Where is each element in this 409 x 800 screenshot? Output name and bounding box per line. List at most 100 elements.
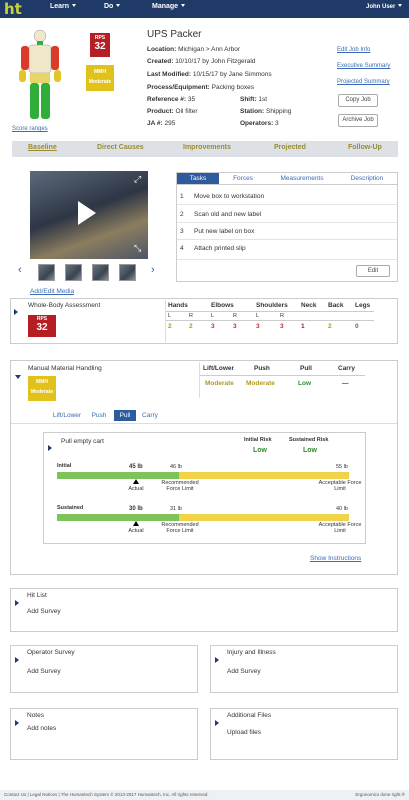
copy-job-button[interactable]: Copy Job xyxy=(338,94,378,107)
mmh-tab-lift[interactable]: Lift/Lower xyxy=(48,410,86,421)
media-thumbnail[interactable] xyxy=(119,264,136,281)
divider xyxy=(199,362,200,398)
step-follow-up[interactable]: Follow-Up xyxy=(348,144,382,151)
sustained-label: Sustained xyxy=(57,505,84,511)
menu-do[interactable]: Do xyxy=(104,3,121,10)
wba-title: Whole-Body Assessment xyxy=(28,302,101,309)
sustained-actual-value: 30 lb xyxy=(129,506,143,512)
mmh-tab-carry[interactable]: Carry xyxy=(139,410,161,421)
col-legs: Legs xyxy=(355,302,371,309)
pull-title: Pull empty cart xyxy=(61,438,104,445)
expand-icon[interactable] xyxy=(15,593,19,611)
tab-tasks[interactable]: Tasks xyxy=(177,173,219,184)
mmh-pull-value: Low xyxy=(298,380,311,387)
product-row: Product: Oil filter xyxy=(147,108,198,115)
footer: Contact Us | Legal Notices | The Humante… xyxy=(0,790,409,800)
initial-risk-value: Low xyxy=(253,447,267,454)
operator-survey-title: Operator Survey xyxy=(27,649,75,656)
score-value: 2 xyxy=(189,323,193,330)
side-label: L xyxy=(256,313,260,319)
rps-badge: RPS 32 xyxy=(90,33,110,57)
expand-icon[interactable]: ⤢ xyxy=(134,174,141,185)
mmh-tab-pull[interactable]: Pull xyxy=(114,410,136,421)
score-value: 0 xyxy=(355,323,359,330)
media-video[interactable]: ⤢ ⤡ xyxy=(30,171,148,259)
injury-add-survey[interactable]: Add Survey xyxy=(227,668,261,675)
media-thumbnail[interactable] xyxy=(38,264,55,281)
add-notes-link[interactable]: Add notes xyxy=(27,725,56,732)
task-item: 4 Attach printed slip xyxy=(180,245,246,252)
projected-summary-link[interactable]: Projected Summary xyxy=(337,79,390,85)
chevron-down-icon xyxy=(398,4,403,7)
expand-icon[interactable] xyxy=(48,438,52,456)
shift-row: Shift: 1st xyxy=(240,96,268,103)
step-direct-causes[interactable]: Direct Causes xyxy=(97,144,144,151)
add-edit-media-link[interactable]: Add/Edit Media xyxy=(30,288,74,295)
actual-marker-icon xyxy=(133,521,139,526)
edit-job-link[interactable]: Edit Job Info xyxy=(337,47,370,53)
footer-links[interactable]: Contact Us | Legal Notices | The Humante… xyxy=(4,790,209,800)
acceptable-caption: Acceptable Force Limit xyxy=(318,480,362,492)
mmh-push-value: Moderate xyxy=(246,380,275,387)
tab-description[interactable]: Description xyxy=(341,173,393,184)
chevron-down-icon xyxy=(116,4,121,7)
operators-row: Operators: 3 xyxy=(240,120,279,127)
process-row: Process/Equipment: Packing boxes xyxy=(147,84,254,91)
fullscreen-icon[interactable]: ⤡ xyxy=(134,243,141,254)
play-icon[interactable] xyxy=(78,201,96,225)
collapse-icon[interactable] xyxy=(15,366,21,384)
operator-add-survey[interactable]: Add Survey xyxy=(27,668,61,675)
menu-manage[interactable]: Manage xyxy=(152,3,186,10)
mmh-col-pull: Pull xyxy=(300,365,312,372)
expand-icon[interactable] xyxy=(14,302,18,320)
media-thumbnail[interactable] xyxy=(92,264,109,281)
divider xyxy=(177,184,397,185)
expand-icon[interactable] xyxy=(215,713,219,731)
mmh-tab-push[interactable]: Push xyxy=(88,410,110,421)
task-item: 2 Scan old and new label xyxy=(180,211,262,218)
divider xyxy=(177,259,397,260)
hit-list-title: Hit List xyxy=(27,592,47,599)
mmh-col-push: Push xyxy=(254,365,270,372)
score-value: 1 xyxy=(301,323,305,330)
col-back: Back xyxy=(328,302,344,309)
top-nav: ht Learn Do Manage John User xyxy=(0,0,409,18)
upload-files-link[interactable]: Upload files xyxy=(227,729,261,736)
user-menu[interactable]: John User xyxy=(366,4,403,10)
media-prev-icon[interactable]: ‹ xyxy=(18,264,22,276)
media-thumbnail[interactable] xyxy=(65,264,82,281)
tab-measurements[interactable]: Measurements xyxy=(276,173,328,184)
archive-job-button[interactable]: Archive Job xyxy=(338,114,378,127)
step-improvements[interactable]: Improvements xyxy=(183,144,231,151)
step-baseline[interactable]: Baseline xyxy=(28,144,57,151)
show-instructions-link[interactable]: Show Instructions xyxy=(310,555,361,562)
expand-icon[interactable] xyxy=(15,650,19,668)
location-row: Location: Michigan > Ann Arbor xyxy=(147,46,241,53)
mmh-col-lift: Lift/Lower xyxy=(203,365,235,372)
side-label: R xyxy=(280,313,284,319)
step-projected[interactable]: Projected xyxy=(274,144,306,151)
expand-icon[interactable] xyxy=(215,650,219,668)
score-ranges-link[interactable]: Score ranges xyxy=(12,126,48,132)
mmh-title: Manual Material Handling xyxy=(28,365,102,372)
modified-row: Last Modified: 10/15/17 by Jane Simmons xyxy=(147,71,272,78)
media-next-icon[interactable]: › xyxy=(151,264,155,276)
initial-yellow-bar xyxy=(179,472,349,479)
sustained-risk-value: Low xyxy=(303,447,317,454)
initial-risk-label: Initial Risk xyxy=(244,437,272,443)
menu-learn[interactable]: Learn xyxy=(50,3,77,10)
tasks-edit-button[interactable]: Edit xyxy=(356,265,390,277)
hit-list-add-survey[interactable]: Add Survey xyxy=(27,608,61,615)
expand-icon[interactable] xyxy=(15,713,19,731)
divider xyxy=(165,300,166,342)
logo[interactable]: ht xyxy=(4,0,22,18)
mmh-carry-value: — xyxy=(342,380,349,387)
actual-caption: Actual xyxy=(128,486,144,492)
score-value: 2 xyxy=(168,323,172,330)
executive-summary-link[interactable]: Executive Summary xyxy=(337,63,390,69)
wba-rps-badge: RPS 32 xyxy=(28,315,56,337)
chevron-down-icon xyxy=(72,4,77,7)
hit-list-panel xyxy=(10,588,398,632)
tab-forces[interactable]: Forces xyxy=(222,173,264,184)
col-elbows: Elbows xyxy=(211,302,234,309)
